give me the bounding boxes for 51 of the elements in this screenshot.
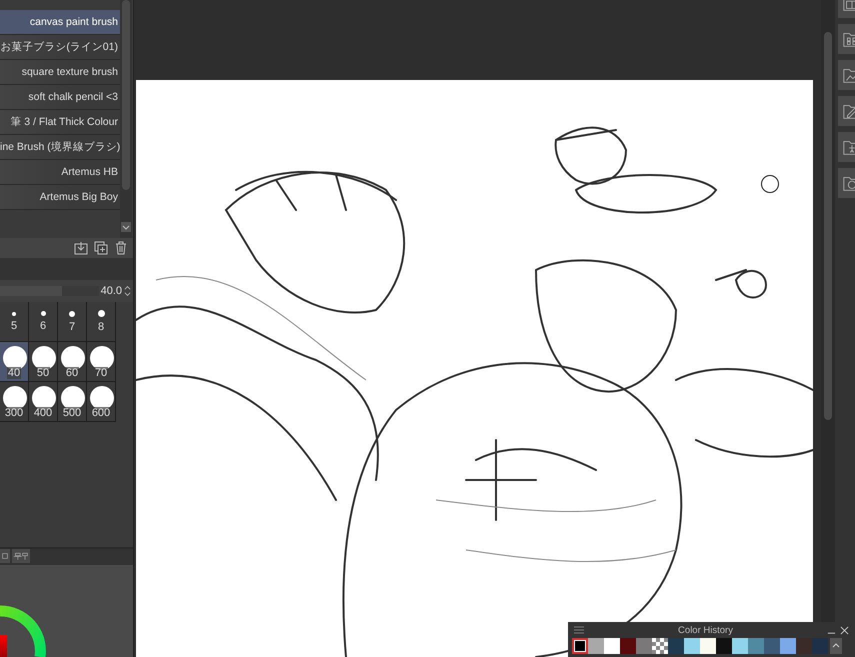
size-preset[interactable]: 300 xyxy=(0,382,29,422)
brush-item[interactable]: ine Brush (境界線ブラシ) xyxy=(0,135,120,160)
scroll-down-icon[interactable] xyxy=(121,222,131,232)
color-swatch[interactable] xyxy=(668,638,684,654)
panel-tab[interactable] xyxy=(0,549,10,563)
panel-title: Color History xyxy=(677,624,734,636)
brush-item[interactable]: Artemus Big Boy xyxy=(0,185,120,210)
color-swatch[interactable] xyxy=(748,638,764,654)
size-preset[interactable]: 500 xyxy=(58,382,87,422)
color-swatch[interactable] xyxy=(812,638,828,654)
download-icon[interactable] xyxy=(74,241,88,255)
duplicate-icon[interactable] xyxy=(94,241,108,255)
size-preset[interactable]: 400 xyxy=(29,382,58,422)
color-swatch[interactable] xyxy=(636,638,652,654)
size-preset[interactable]: 70 xyxy=(87,342,116,382)
close-icon[interactable] xyxy=(840,626,849,634)
size-preset[interactable]: 40 xyxy=(0,342,29,382)
size-preset[interactable]: 600 xyxy=(87,382,116,422)
color-swatch[interactable] xyxy=(764,638,780,654)
color-swatch[interactable] xyxy=(732,638,748,654)
color-swatch[interactable] xyxy=(588,638,604,654)
color-swatch[interactable] xyxy=(796,638,812,654)
size-value: 40.0 xyxy=(100,285,122,297)
size-preset[interactable]: 7 xyxy=(58,302,87,342)
brush-item[interactable]: soft chalk pencil <3 xyxy=(0,85,120,110)
square-icon[interactable] xyxy=(1,552,9,560)
brush-item[interactable]: canvas paint brush xyxy=(0,10,120,35)
size-preset[interactable]: 8 xyxy=(87,302,116,342)
brush-item[interactable]: 筆 3 / Flat Thick Colour xyxy=(0,110,120,135)
size-preset[interactable]: 50 xyxy=(29,342,58,382)
color-swatch[interactable] xyxy=(700,638,716,654)
brush-item[interactable]: square texture brush xyxy=(0,60,120,85)
size-preset[interactable]: 60 xyxy=(58,342,87,382)
brush-item[interactable]: お菓子ブラシ(ライン01) xyxy=(0,35,120,60)
trash-icon[interactable] xyxy=(114,241,128,255)
brush-cursor-icon xyxy=(760,174,780,194)
color-swatch[interactable] xyxy=(572,638,588,654)
color-swatch[interactable] xyxy=(780,638,796,654)
color-swatch[interactable] xyxy=(716,638,732,654)
brush-item[interactable]: Artemus HB xyxy=(0,160,120,185)
color-swatch[interactable] xyxy=(620,638,636,654)
size-preset[interactable]: 6 xyxy=(29,302,58,342)
nodes-icon[interactable] xyxy=(13,552,29,560)
panel-tab[interactable] xyxy=(12,549,30,563)
transparent-swatch[interactable] xyxy=(652,638,668,654)
menu-icon[interactable] xyxy=(574,626,584,634)
spinner-icon[interactable] xyxy=(124,284,131,298)
scroll-up-icon[interactable] xyxy=(830,638,842,654)
scrollbar-thumb[interactable] xyxy=(824,32,832,420)
color-swatch[interactable] xyxy=(684,638,700,654)
color-swatch[interactable] xyxy=(604,638,620,654)
